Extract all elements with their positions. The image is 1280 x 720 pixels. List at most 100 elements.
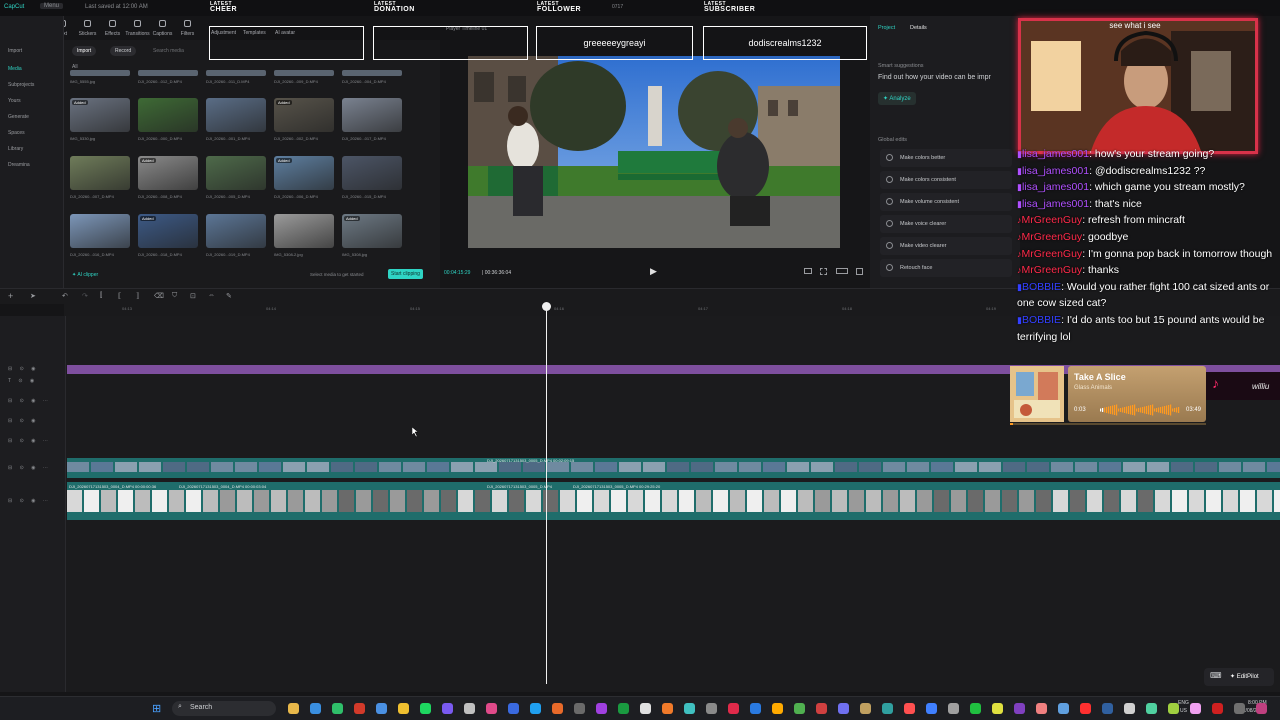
import-button[interactable]: Import — [72, 46, 97, 56]
language-code[interactable]: ENG — [1178, 700, 1189, 706]
rail-item-dreamina[interactable]: Dreamina — [8, 162, 30, 168]
edit-make-voice-clearer-button[interactable]: Make voice clearer — [880, 215, 1012, 233]
taskbar-app-icon[interactable] — [794, 703, 805, 714]
taskbar-app-icon[interactable] — [1014, 703, 1025, 714]
marker-icon[interactable]: ⛉ — [172, 292, 177, 300]
taskbar-app-icon[interactable] — [464, 703, 475, 714]
analyze-button[interactable]: ✦ Analyze — [878, 92, 916, 105]
media-item[interactable]: DJI_20260...005_D.MP4 — [206, 156, 274, 208]
undo-icon[interactable]: ↶ — [62, 292, 68, 300]
taskbar-app-icon[interactable] — [706, 703, 717, 714]
taskbar-app-icon[interactable] — [1080, 703, 1091, 714]
taskbar-app-icon[interactable] — [882, 703, 893, 714]
track-controls-text1[interactable]: ⊟ ⊙ ◉ — [8, 366, 39, 372]
delete-icon[interactable]: ⌫ — [154, 292, 164, 300]
rail-item-import[interactable]: Import — [8, 48, 22, 54]
media-item[interactable]: DJI_20260...017_D.MP4 — [342, 98, 410, 150]
media-top-item[interactable]: DJI_20260...004_D.MP4 — [342, 70, 402, 84]
tab-details[interactable]: Details — [910, 25, 927, 31]
redo-icon[interactable]: ↷ — [82, 292, 88, 300]
mirror-icon[interactable]: ⇔ — [208, 292, 215, 299]
tab-captions[interactable]: Captions — [150, 16, 175, 40]
taskbar-app-icon[interactable] — [640, 703, 651, 714]
video-preview[interactable] — [468, 56, 840, 248]
tab-templates[interactable]: Templates — [243, 30, 266, 36]
tab-adjustment[interactable]: Adjustment — [211, 30, 236, 36]
taskbar-app-icon[interactable] — [596, 703, 607, 714]
taskbar-app-icon[interactable] — [1168, 703, 1179, 714]
ratio-icon[interactable] — [836, 268, 848, 274]
taskbar-app-icon[interactable] — [728, 703, 739, 714]
tab-filters[interactable]: Filters — [175, 16, 200, 40]
ai-clipper-link[interactable]: ✦ AI clipper — [72, 272, 98, 278]
taskbar-app-icon[interactable] — [288, 703, 299, 714]
taskbar-app-icon[interactable] — [332, 703, 343, 714]
media-top-item[interactable]: IMG_5555.jpg — [70, 70, 130, 84]
edit-make-video-clearer-button[interactable]: Make video clearer — [880, 237, 1012, 255]
rail-item-generate[interactable]: Generate — [8, 114, 29, 120]
media-item[interactable]: DJI_20260...007_D.MP4 — [70, 156, 138, 208]
media-top-item[interactable]: DJI_20260...012_D.MP4 — [138, 70, 198, 84]
taskbar-app-icon[interactable] — [970, 703, 981, 714]
media-item[interactable]: DJI_20260...016_D.MP4 — [70, 214, 138, 266]
track-controls-text5[interactable]: ⊟ ⊙ ◉ ⋯ — [8, 438, 51, 444]
taskbar-app-icon[interactable] — [486, 703, 497, 714]
media-item[interactable]: Added DJI_20260...008_D.MP4 — [138, 156, 206, 208]
taskbar-app-icon[interactable] — [816, 703, 827, 714]
media-item[interactable]: Added DJI_20260...006_D.MP4 — [274, 156, 342, 208]
video-track-1[interactable]: DJI_20260717131503_0005_D.MP4 00:02:09:1… — [67, 458, 1280, 478]
taskbar-app-icon[interactable] — [662, 703, 673, 714]
taskbar-app-icon[interactable] — [992, 703, 1003, 714]
taskbar-app-icon[interactable] — [1256, 703, 1267, 714]
media-item[interactable]: Added DJI_20260...002_D.MP4 — [274, 98, 342, 150]
chat-icon[interactable]: ⌨ — [1210, 671, 1222, 680]
taskbar-app-icon[interactable] — [376, 703, 387, 714]
tab-ai-avatar[interactable]: AI avatar — [275, 30, 295, 36]
taskbar-app-icon[interactable] — [508, 703, 519, 714]
edit-make-volume-consistent-button[interactable]: Make volume consistent — [880, 193, 1012, 211]
taskbar-app-icon[interactable] — [398, 703, 409, 714]
tab-stickers[interactable]: Stickers — [75, 16, 100, 40]
media-item[interactable]: Added IMG_5308.jpg — [342, 214, 410, 266]
edit-make-colors-consistent-button[interactable]: Make colors consistent — [880, 171, 1012, 189]
taskbar-app-icon[interactable] — [552, 703, 563, 714]
taskbar-app-icon[interactable] — [926, 703, 937, 714]
taskbar-app-icon[interactable] — [1190, 703, 1201, 714]
media-item[interactable]: Added DJI_20260...018_D.MP4 — [138, 214, 206, 266]
media-item[interactable]: DJI_20260...000_D.MP4 — [138, 98, 206, 150]
windows-start-icon[interactable]: ⊞ — [152, 702, 161, 715]
taskbar-app-icon[interactable] — [1124, 703, 1135, 714]
playhead-handle[interactable] — [542, 302, 551, 311]
track-controls-text2[interactable]: T ⊙ ◉ — [8, 378, 37, 384]
taskbar-app-icon[interactable] — [420, 703, 431, 714]
edit-retouch-face-button[interactable]: Retouch face — [880, 259, 1012, 277]
taskbar-app-icon[interactable] — [684, 703, 695, 714]
search-media-input[interactable]: Search media — [148, 46, 189, 56]
taskbar-app-icon[interactable] — [310, 703, 321, 714]
tab-transitions[interactable]: Transitions — [125, 16, 150, 40]
media-top-item[interactable]: DJI_20260...009_D.MP4 — [274, 70, 334, 84]
fullscreen-icon[interactable] — [856, 268, 863, 275]
rail-item-media[interactable]: Media — [8, 66, 22, 72]
taskbar-app-icon[interactable] — [772, 703, 783, 714]
taskbar-app-icon[interactable] — [904, 703, 915, 714]
select-tool-icon[interactable]: ➤ — [30, 292, 36, 300]
track-controls-video2[interactable]: ⊟ ⊙ ◉ ⋯ — [8, 498, 51, 504]
crop-tool-icon[interactable]: ⊡ — [190, 292, 196, 300]
taskbar-app-icon[interactable] — [354, 703, 365, 714]
taskbar-app-icon[interactable] — [1058, 703, 1069, 714]
rail-item-subprojects[interactable]: Subprojects — [8, 82, 34, 88]
taskbar-app-icon[interactable] — [1036, 703, 1047, 714]
tab-project[interactable]: Project — [878, 25, 895, 31]
aspect-icon[interactable] — [804, 268, 812, 274]
edit-make-colors-better-button[interactable]: Make colors better — [880, 149, 1012, 167]
trim-right-icon[interactable]: ⟧ — [136, 292, 139, 300]
media-item[interactable]: DJI_20260...015_D.MP4 — [342, 156, 410, 208]
taskbar-app-icon[interactable] — [530, 703, 541, 714]
media-item[interactable]: DJI_20260...001_D.MP4 — [206, 98, 274, 150]
taskbar-search[interactable]: ⌕ Search — [172, 701, 276, 716]
trim-left-icon[interactable]: ⟦ — [118, 292, 121, 300]
track-controls-text4[interactable]: ⊟ ⊙ ◉ — [8, 418, 39, 424]
start-clipping-button[interactable]: Start clipping — [388, 269, 423, 279]
draw-icon[interactable]: ✎ — [226, 292, 232, 300]
